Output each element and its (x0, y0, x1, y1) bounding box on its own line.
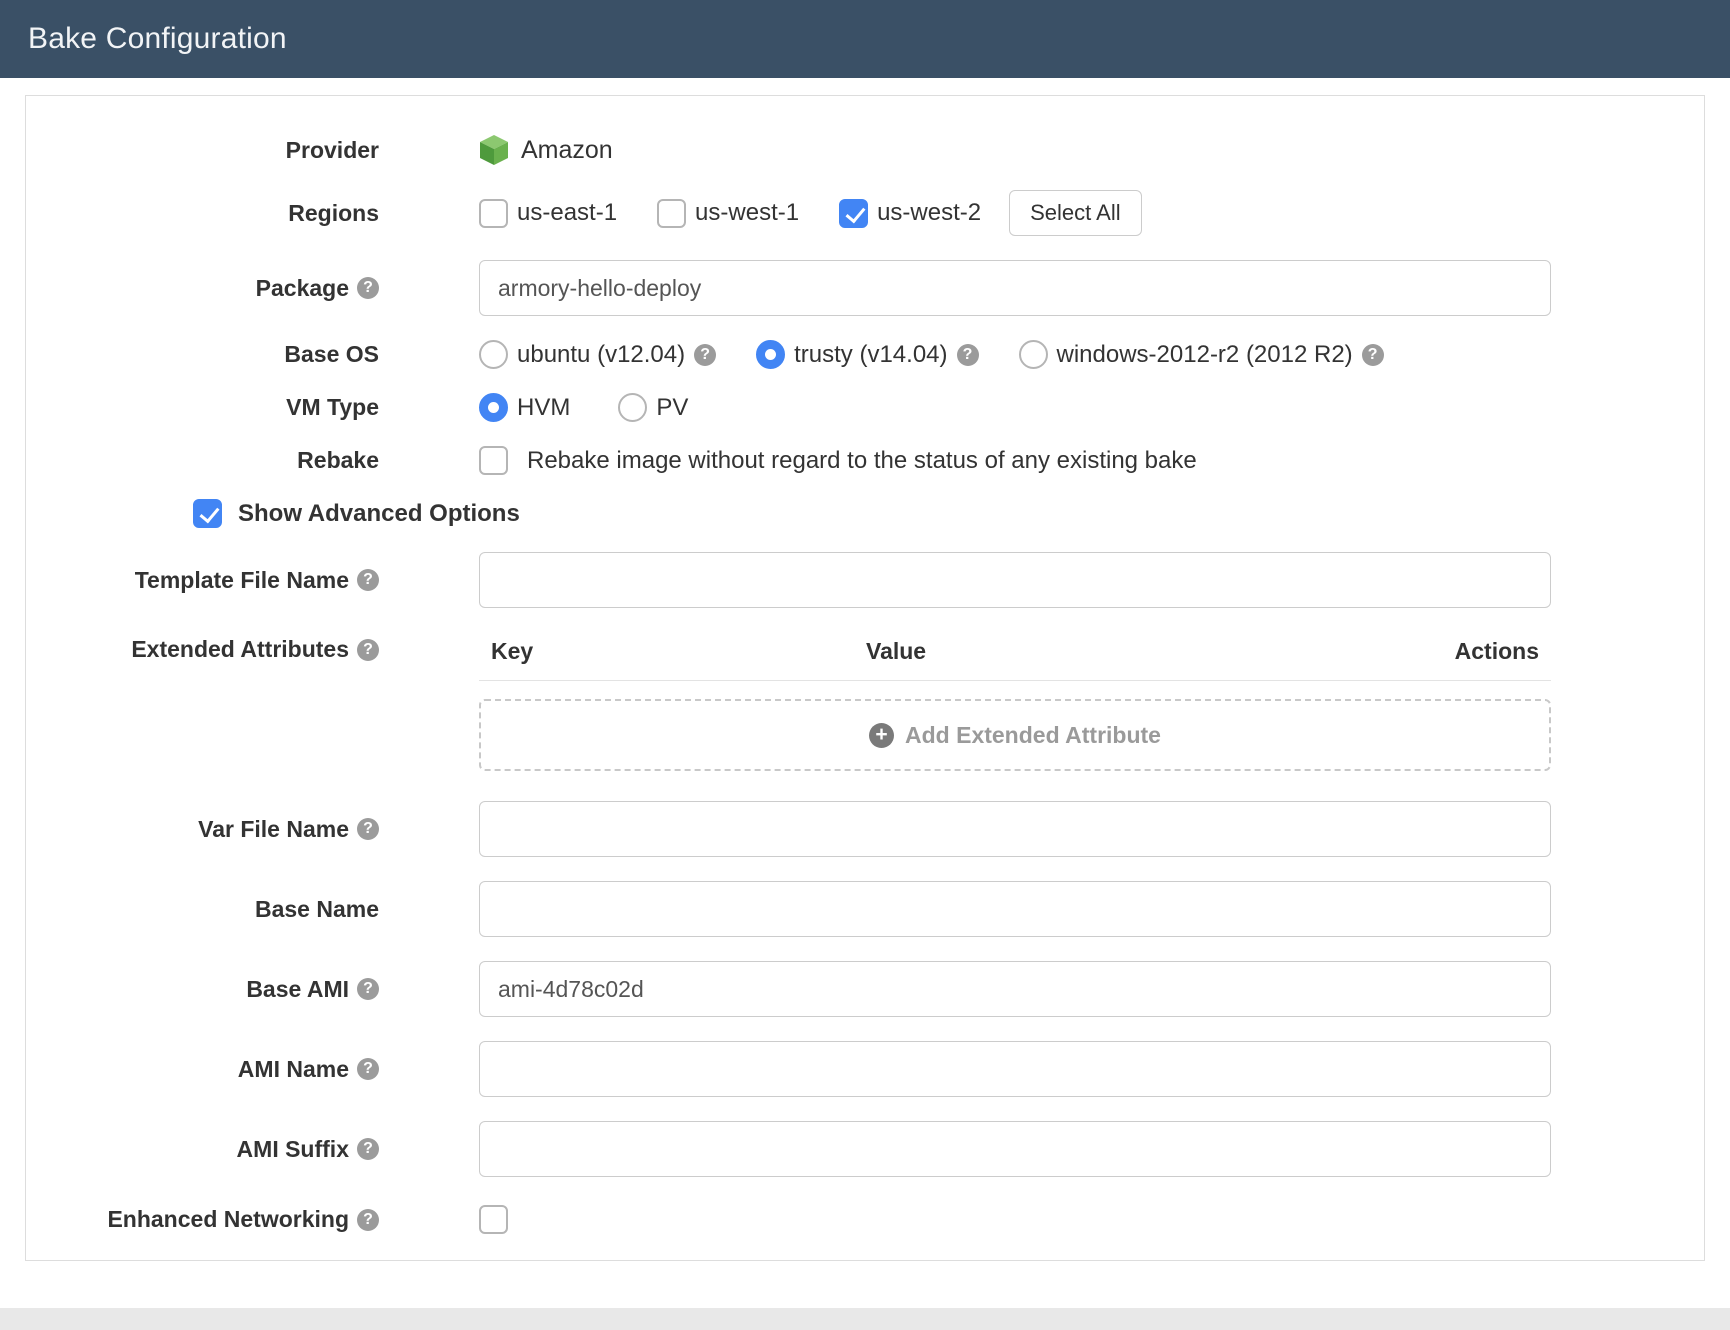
plus-icon: + (869, 723, 894, 748)
ami-name-label: AMI Name (238, 1056, 349, 1083)
extended-attributes-row: Extended Attributes ? Key Value Actions … (26, 632, 1704, 771)
ami-suffix-input[interactable] (479, 1121, 1551, 1177)
base-os-option-label: windows-2012-r2 (2012 R2) (1057, 341, 1353, 369)
rebake-description: Rebake image without regard to the statu… (527, 447, 1197, 475)
help-icon[interactable]: ? (357, 569, 379, 591)
region-label: us-west-1 (695, 199, 799, 227)
base-os-row: Base OS ubuntu (v12.04) ? trusty (v14.04… (26, 340, 1704, 369)
template-file-name-row: Template File Name ? (26, 552, 1704, 608)
show-advanced-label: Show Advanced Options (238, 500, 520, 528)
modal-header: Bake Configuration (0, 0, 1730, 78)
help-icon[interactable]: ? (357, 1058, 379, 1080)
help-icon[interactable]: ? (957, 344, 979, 366)
regions-row: Regions us-east-1 us-west-1 us-west-2 Se… (26, 190, 1704, 236)
base-ami-label: Base AMI (246, 976, 349, 1003)
base-ami-row: Base AMI ? (26, 961, 1704, 1017)
rebake-row: Rebake Rebake image without regard to th… (26, 446, 1704, 475)
package-row: Package ? (26, 260, 1704, 316)
provider-name: Amazon (521, 136, 613, 165)
base-os-label: Base OS (26, 341, 379, 368)
help-icon[interactable]: ? (357, 818, 379, 840)
vm-type-label: VM Type (26, 394, 379, 421)
show-advanced-checkbox[interactable] (193, 499, 222, 528)
enhanced-networking-row: Enhanced Networking ? (26, 1205, 1704, 1234)
base-ami-input[interactable] (479, 961, 1551, 1017)
help-icon[interactable]: ? (1362, 344, 1384, 366)
base-os-radio-windows-2012-r2[interactable] (1019, 340, 1048, 369)
rebake-label: Rebake (26, 447, 379, 474)
base-name-row: Base Name (26, 881, 1704, 937)
provider-label: Provider (26, 137, 379, 164)
ami-suffix-label: AMI Suffix (237, 1136, 349, 1163)
enhanced-networking-label: Enhanced Networking (107, 1206, 349, 1233)
package-label: Package (256, 275, 349, 302)
help-icon[interactable]: ? (694, 344, 716, 366)
base-os-radio-ubuntu[interactable] (479, 340, 508, 369)
help-icon[interactable]: ? (357, 277, 379, 299)
region-label: us-east-1 (517, 199, 617, 227)
enhanced-networking-checkbox[interactable] (479, 1205, 508, 1234)
ami-name-row: AMI Name ? (26, 1041, 1704, 1097)
vm-type-radio-hvm[interactable] (479, 393, 508, 422)
ami-name-input[interactable] (479, 1041, 1551, 1097)
template-file-name-input[interactable] (479, 552, 1551, 608)
select-all-button[interactable]: Select All (1009, 190, 1142, 236)
region-checkbox-us-east-1[interactable] (479, 199, 508, 228)
base-os-radio-trusty[interactable] (756, 340, 785, 369)
provider-value: Amazon (479, 134, 613, 166)
regions-label: Regions (26, 200, 379, 227)
vm-type-row: VM Type HVM PV (26, 393, 1704, 422)
extended-attributes-table-header: Key Value Actions (479, 632, 1551, 681)
page-title: Bake Configuration (28, 22, 287, 56)
var-file-name-input[interactable] (479, 801, 1551, 857)
region-checkbox-us-west-2[interactable] (839, 199, 868, 228)
add-extended-attribute-button[interactable]: + Add Extended Attribute (479, 699, 1551, 771)
template-file-name-label: Template File Name (135, 567, 349, 594)
base-os-option-label: ubuntu (v12.04) (517, 341, 685, 369)
column-header-value: Value (866, 638, 1455, 665)
ami-suffix-row: AMI Suffix ? (26, 1121, 1704, 1177)
show-advanced-row: Show Advanced Options (26, 499, 1704, 528)
bake-configuration-form: Provider Amazon Regions us-east-1 us-wes… (25, 95, 1705, 1261)
vm-type-radio-pv[interactable] (618, 393, 647, 422)
column-header-key: Key (491, 638, 866, 665)
rebake-checkbox[interactable] (479, 446, 508, 475)
add-extended-attribute-label: Add Extended Attribute (905, 722, 1161, 749)
region-label: us-west-2 (877, 199, 981, 227)
amazon-provider-icon (479, 134, 509, 166)
vm-type-option-label: HVM (517, 394, 570, 422)
region-checkbox-us-west-1[interactable] (657, 199, 686, 228)
provider-row: Provider Amazon (26, 134, 1704, 166)
var-file-name-label: Var File Name (198, 816, 349, 843)
help-icon[interactable]: ? (357, 978, 379, 1000)
column-header-actions: Actions (1455, 638, 1539, 665)
var-file-name-row: Var File Name ? (26, 801, 1704, 857)
help-icon[interactable]: ? (357, 1138, 379, 1160)
package-input[interactable] (479, 260, 1551, 316)
help-icon[interactable]: ? (357, 639, 379, 661)
page-background-strip (0, 1308, 1730, 1330)
help-icon[interactable]: ? (357, 1209, 379, 1231)
extended-attributes-label: Extended Attributes (131, 636, 349, 663)
base-name-input[interactable] (479, 881, 1551, 937)
vm-type-option-label: PV (656, 394, 688, 422)
base-name-label: Base Name (26, 896, 379, 923)
base-os-option-label: trusty (v14.04) (794, 341, 947, 369)
